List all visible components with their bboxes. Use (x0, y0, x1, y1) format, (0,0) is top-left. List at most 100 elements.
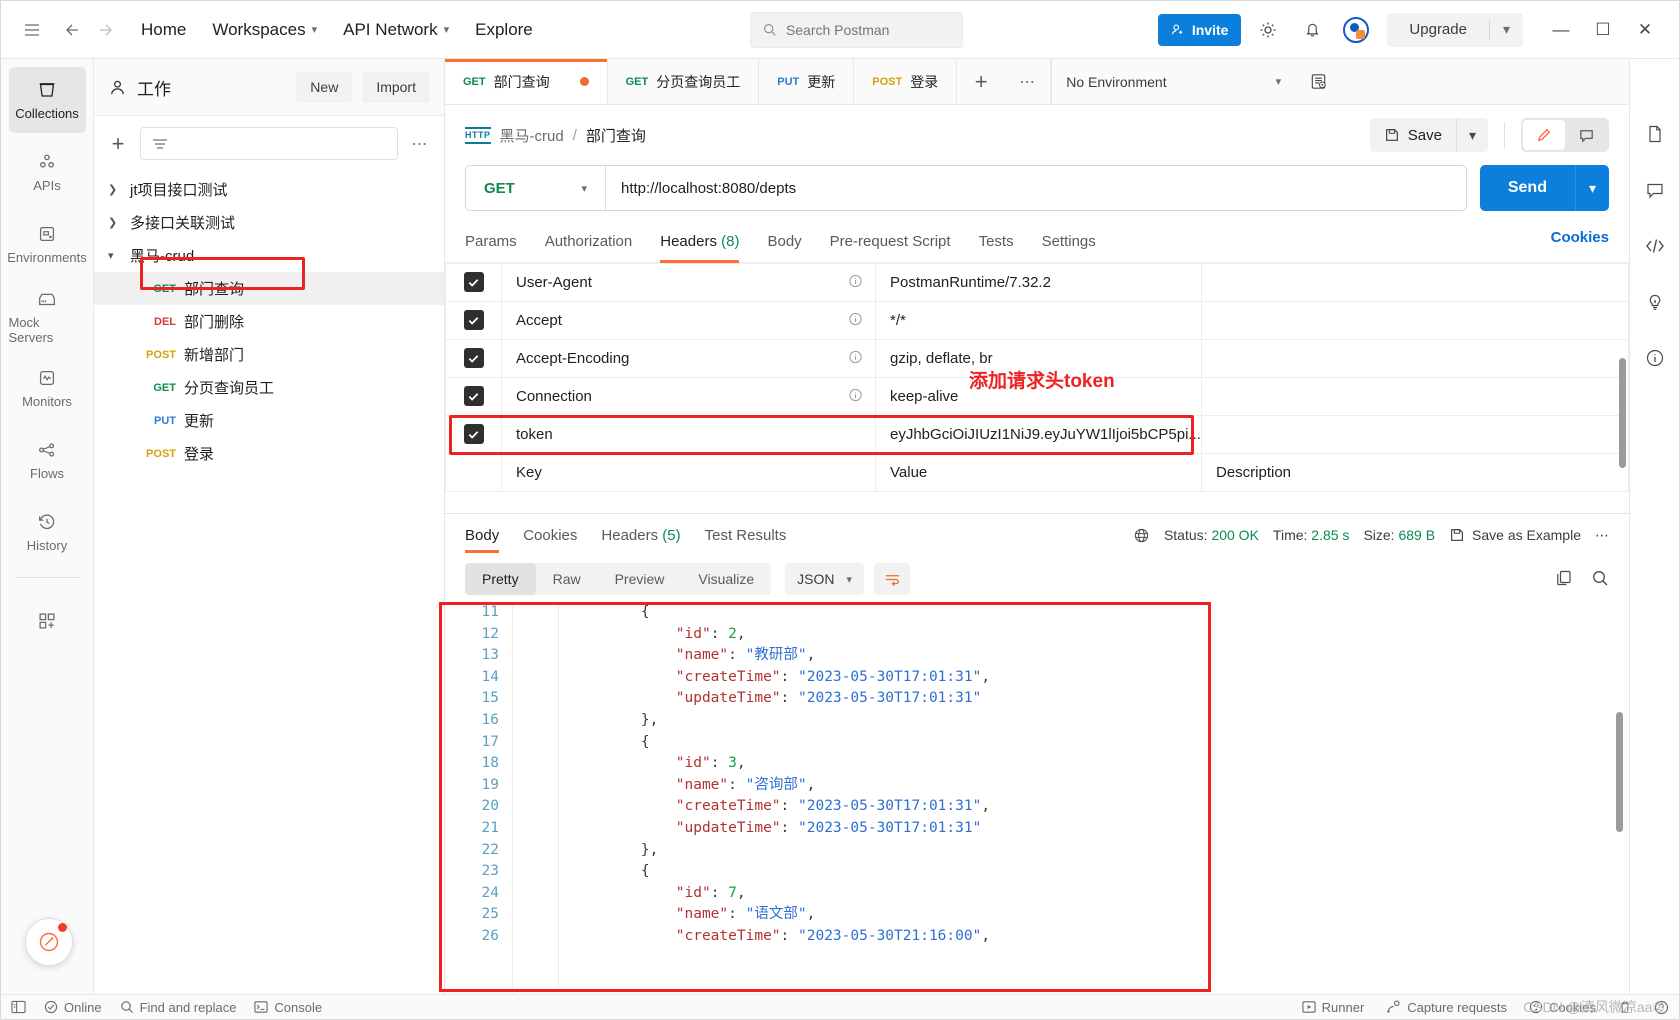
format-visualize[interactable]: Visualize (681, 563, 771, 595)
sidebar-item-mock-servers[interactable]: Mock Servers (9, 283, 86, 349)
sidebar-item-apis[interactable]: APIs (9, 139, 86, 205)
response-tab-test-results[interactable]: Test Results (705, 514, 787, 556)
tab-denglu[interactable]: POST 登录 (854, 59, 958, 104)
table-row-placeholder[interactable]: Key Value Description (445, 453, 1629, 492)
sidebar-more-button[interactable]: ⋯ (406, 130, 434, 158)
capture-requests-button[interactable]: Capture requests (1386, 1000, 1507, 1015)
request-item-gengxin[interactable]: PUT 更新 (94, 404, 444, 437)
upgrade-dropdown-chevron-icon[interactable]: ▾ (1490, 13, 1523, 47)
request-item-bumenchaxun[interactable]: GET 部门查询 (94, 272, 444, 305)
format-pretty[interactable]: Pretty (465, 563, 536, 595)
console-button[interactable]: Console (254, 1000, 322, 1015)
runner-button[interactable]: Runner (1302, 1000, 1364, 1015)
filter-box[interactable] (140, 127, 398, 160)
online-status[interactable]: Online (44, 1000, 102, 1015)
nav-api-network[interactable]: API Network ▾ (331, 14, 461, 46)
sidebar-item-new[interactable] (9, 588, 86, 654)
request-item-bumenshanchu[interactable]: DEL 部门删除 (94, 305, 444, 338)
sidebar-item-monitors[interactable]: Monitors (9, 355, 86, 421)
maximize-button[interactable]: ☐ (1583, 13, 1623, 47)
response-scrollbar[interactable] (1616, 712, 1623, 832)
table-row[interactable]: token eyJhbGciOiJIUzI1NiJ9.eyJuYW1lIjoi5… (445, 415, 1629, 454)
tab-authorization[interactable]: Authorization (545, 225, 633, 262)
sidebar-toggle-icon[interactable] (11, 1000, 26, 1014)
info-icon[interactable] (848, 273, 863, 292)
forward-arrow-icon[interactable] (91, 13, 125, 47)
ai-assistant-button[interactable] (25, 918, 73, 966)
request-item-xinzengbumen[interactable]: POST 新增部门 (94, 338, 444, 371)
tab-more-button[interactable]: ⋯ (1005, 59, 1052, 104)
tab-params[interactable]: Params (465, 225, 517, 262)
info-icon[interactable] (848, 349, 863, 368)
request-item-fenyechaxunyuangong[interactable]: GET 分页查询员工 (94, 371, 444, 404)
info-icon[interactable] (848, 387, 863, 406)
invite-button[interactable]: Invite (1157, 13, 1242, 46)
hamburger-icon[interactable] (15, 13, 49, 47)
cookies-link[interactable]: Cookies (1551, 229, 1609, 258)
global-search-box[interactable] (749, 11, 963, 48)
find-and-replace-button[interactable]: Find and replace (120, 1000, 236, 1015)
search-icon[interactable] (1591, 569, 1609, 590)
table-row[interactable]: Accept */* (445, 301, 1629, 340)
info-circle-icon[interactable] (1638, 341, 1672, 375)
upgrade-button[interactable]: Upgrade (1387, 13, 1489, 47)
save-button[interactable]: Save (1370, 118, 1456, 152)
documentation-icon[interactable] (1638, 117, 1672, 151)
header-checkbox[interactable] (463, 386, 484, 407)
new-tab-button[interactable]: + (957, 59, 1005, 104)
tab-pre-request-script[interactable]: Pre-request Script (830, 225, 951, 262)
send-button[interactable]: Send (1479, 165, 1575, 211)
environment-quick-look-icon[interactable] (1295, 59, 1341, 104)
code-snippet-icon[interactable] (1638, 229, 1672, 263)
edit-mode-button[interactable] (1523, 120, 1565, 150)
new-button[interactable]: New (296, 71, 353, 103)
response-tab-body[interactable]: Body (465, 514, 500, 556)
tab-bumenchaxun[interactable]: GET 部门查询 (445, 59, 608, 104)
tab-settings[interactable]: Settings (1042, 225, 1096, 262)
header-checkbox[interactable] (463, 424, 484, 445)
copy-icon[interactable] (1555, 569, 1573, 590)
collection-heima-crud[interactable]: ▾ 黑马-crud (94, 239, 444, 272)
collection-duojiekou[interactable]: ❯ 多接口关联测试 (94, 206, 444, 239)
breadcrumb-collection[interactable]: 黑马-crud (500, 125, 564, 146)
comment-mode-button[interactable] (1565, 120, 1607, 150)
sidebar-item-environments[interactable]: Environments (7, 211, 87, 277)
format-raw[interactable]: Raw (536, 563, 598, 595)
tab-fenyechaxunyuangong[interactable]: GET 分页查询员工 (607, 59, 760, 104)
close-button[interactable]: ✕ (1625, 13, 1665, 47)
tab-tests[interactable]: Tests (979, 225, 1014, 262)
import-button[interactable]: Import (362, 71, 430, 103)
response-tab-headers[interactable]: Headers (5) (601, 514, 680, 556)
url-input[interactable] (606, 179, 1466, 197)
back-arrow-icon[interactable] (53, 13, 87, 47)
tab-body[interactable]: Body (767, 225, 801, 262)
collection-jt[interactable]: ❯ jt项目接口测试 (94, 173, 444, 206)
minimize-button[interactable]: — (1541, 13, 1581, 47)
comment-icon[interactable] (1638, 173, 1672, 207)
header-checkbox[interactable] (463, 310, 484, 331)
info-icon[interactable] (848, 311, 863, 330)
headers-scrollbar[interactable] (1619, 358, 1626, 468)
tab-headers[interactable]: Headers (8) (660, 225, 740, 263)
bell-icon[interactable] (1295, 13, 1329, 47)
sidebar-item-collections[interactable]: Collections (8, 67, 86, 133)
wrap-lines-button[interactable] (874, 563, 911, 595)
save-dropdown-chevron-icon[interactable]: ▾ (1455, 118, 1488, 152)
info-bulb-icon[interactable] (1638, 285, 1672, 319)
method-selector[interactable]: GET ▾ (466, 166, 606, 210)
response-tab-cookies[interactable]: Cookies (523, 514, 577, 556)
sidebar-item-flows[interactable]: Flows (9, 427, 86, 493)
send-dropdown-chevron-icon[interactable]: ▾ (1574, 165, 1609, 211)
tab-gengxin[interactable]: PUT 更新 (759, 59, 855, 104)
request-item-denglu[interactable]: POST 登录 (94, 437, 444, 470)
response-more-button[interactable]: ⋯ (1595, 527, 1609, 544)
table-row[interactable]: User-Agent PostmanRuntime/7.32.2 (445, 263, 1629, 302)
nav-explore[interactable]: Explore (463, 14, 545, 46)
add-collection-button[interactable]: + (104, 130, 132, 158)
account-avatar-icon[interactable] (1339, 13, 1373, 47)
save-as-example-button[interactable]: Save as Example (1449, 527, 1581, 543)
header-checkbox[interactable] (463, 272, 484, 293)
nav-home[interactable]: Home (129, 14, 198, 46)
gear-icon[interactable] (1251, 13, 1285, 47)
search-input[interactable] (785, 21, 950, 38)
